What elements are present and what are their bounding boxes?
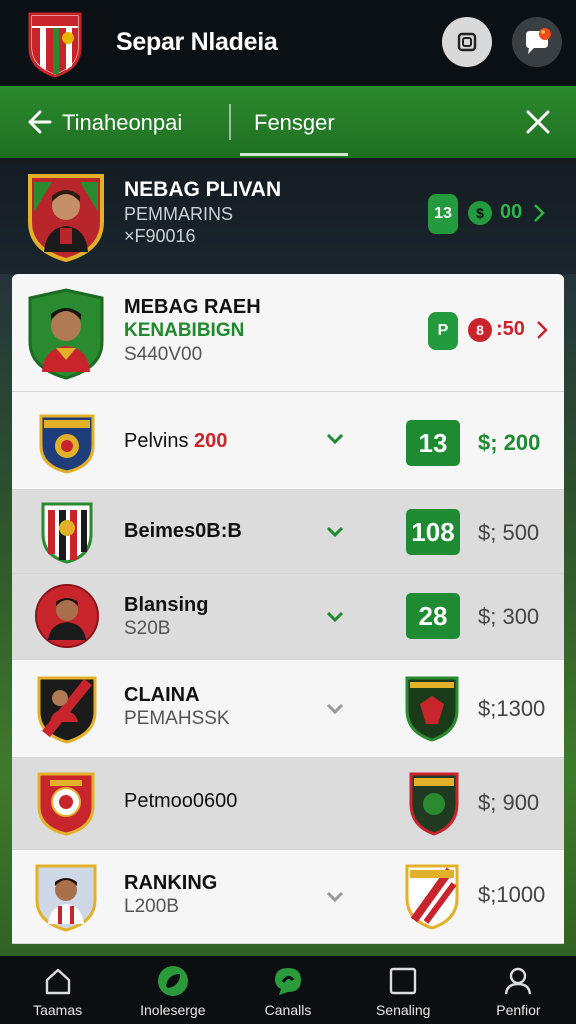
list-item[interactable]: CLAINA PEMAHSSK $;1300 [12, 660, 564, 758]
player-crest-icon [35, 864, 97, 932]
player-name: MEBAG RAEH [124, 296, 261, 318]
player-price: $; 300 [478, 604, 540, 629]
player-crest-icon [37, 676, 97, 744]
chevron-down-icon[interactable] [326, 525, 344, 539]
club-crest-icon [409, 772, 459, 836]
player-price: $; 500 [478, 520, 540, 545]
player-crest-icon [28, 288, 104, 380]
player-position: PEMAHSSK [124, 708, 230, 729]
club-crest-icon [41, 502, 93, 564]
club-crest-icon [405, 676, 459, 742]
tab-divider [229, 104, 231, 140]
nav-item-senaling[interactable]: Senaling [346, 956, 461, 1024]
player-position: KENABIBIGN [124, 320, 245, 341]
close-icon[interactable] [524, 108, 552, 136]
player-list: MEBAG RAEH KENABIBIGN S440V00 P 8 :50 Pe… [12, 274, 564, 944]
nav-label: Inoleserge [140, 1002, 206, 1018]
featured-player-name: NEBAG PLIVAN [124, 178, 282, 201]
score-badge: 13 [406, 420, 460, 466]
featured-rating-badge: 13 [428, 194, 458, 234]
chat-bubble-icon [526, 28, 551, 54]
rating-badge: P [428, 312, 458, 350]
nav-item-inoleserge[interactable]: Inoleserge [115, 956, 230, 1024]
club-crest-icon [37, 772, 95, 836]
app-title: Separ Nladeia [116, 28, 278, 56]
list-item[interactable]: Beimes0B:B 108 $; 500 [12, 490, 564, 574]
chat-button[interactable] [512, 17, 562, 67]
copy-button[interactable] [442, 17, 492, 67]
list-item[interactable]: Petmoo0600 $; 900 [12, 758, 564, 850]
club-crest-icon [39, 414, 95, 474]
list-item[interactable]: MEBAG RAEH KENABIBIGN S440V00 P 8 :50 [12, 274, 564, 392]
player-crest-icon [28, 174, 104, 262]
back-arrow-icon[interactable] [26, 108, 52, 136]
player-name: Beimes0B:B [124, 520, 242, 542]
player-price: S440V00 [124, 344, 203, 365]
chevron-down-icon[interactable] [326, 432, 344, 446]
list-item[interactable]: Blansing S20B 28 $; 300 [12, 574, 564, 660]
club-crest-icon [405, 864, 459, 930]
chevron-right-icon[interactable] [532, 202, 546, 224]
score-badge: 108 [406, 509, 460, 555]
featured-currency-dot: $ [468, 201, 492, 225]
player-name-highlight: 200 [194, 430, 228, 452]
chevron-down-icon[interactable] [326, 610, 344, 624]
player-price: $;1300 [478, 696, 546, 721]
player-price: $;1000 [478, 882, 546, 907]
leaf-icon [157, 966, 188, 996]
player-name: Blansing [124, 594, 209, 616]
chevron-right-icon[interactable] [536, 320, 548, 340]
copy-icon [457, 32, 477, 52]
home-icon [45, 968, 70, 995]
club-logo-icon [28, 12, 82, 78]
nav-label: Canalls [264, 1002, 312, 1018]
alert-dot: 8 [468, 318, 492, 342]
player-name: Petmoo0600 [124, 790, 238, 812]
nav-label: Taamas [33, 1002, 83, 1018]
profile-icon [505, 967, 532, 995]
nav-label: Senaling [375, 1002, 431, 1018]
player-value: :50 [496, 318, 525, 340]
chevron-down-icon[interactable] [326, 702, 344, 716]
player-name: Pelvins 200 [124, 430, 228, 452]
chevron-down-icon[interactable] [326, 890, 344, 904]
bottom-navigation: Taamas Inoleserge Canalls Senaling Penfi… [0, 956, 576, 1024]
tab-fensger[interactable]: Fensger [254, 110, 335, 136]
list-item[interactable]: RANKING L200B $;1000 [12, 850, 564, 944]
tab-tinaheonpai[interactable]: Tinaheonpai [62, 110, 182, 136]
featured-player-price: ×F90016 [124, 226, 196, 246]
app-header: Separ Nladeia [0, 0, 576, 86]
nav-item-canalls[interactable]: Canalls [230, 956, 345, 1024]
player-price-code: L200B [124, 896, 179, 917]
featured-value: 00 [500, 201, 523, 223]
nav-label: Penfior [496, 1002, 541, 1018]
player-name: CLAINA [124, 684, 200, 706]
list-item[interactable]: Pelvins 200 13 $; 200 [12, 392, 564, 490]
square-icon [390, 967, 417, 995]
player-price-code: S20B [124, 618, 171, 639]
player-price: $; 200 [478, 430, 541, 455]
tab-bar: Tinaheonpai Fensger [0, 86, 576, 158]
player-name: RANKING [124, 872, 218, 894]
active-tab-indicator [240, 153, 348, 156]
player-price: $; 900 [478, 790, 540, 815]
featured-player-card[interactable]: NEBAG PLIVAN PEMMARINS ×F90016 13 $ 00 [0, 158, 576, 274]
featured-player-position: PEMMARINS [124, 204, 234, 224]
score-badge: 28 [406, 593, 460, 639]
nav-item-taamas[interactable]: Taamas [0, 956, 115, 1024]
player-crest-icon [35, 584, 99, 648]
chat-icon [275, 968, 301, 995]
nav-item-penfior[interactable]: Penfior [461, 956, 576, 1024]
